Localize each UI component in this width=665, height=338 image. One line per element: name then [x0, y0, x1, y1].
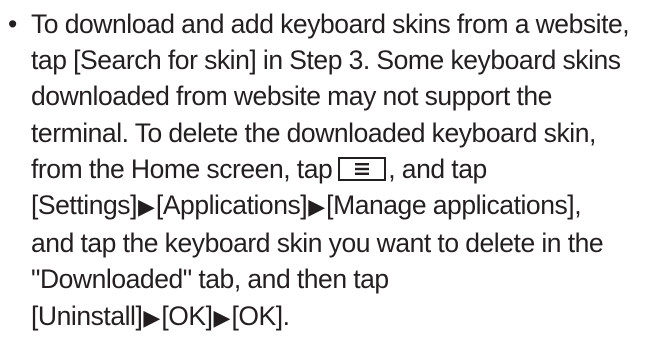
arrow-right-icon: ▶ [308, 194, 326, 220]
arrow-right-icon: ▶ [143, 304, 161, 330]
bullet: • [8, 9, 17, 39]
applications-step: [Applications] [155, 190, 308, 221]
note-line-9: [Uninstall]▶[OK]▶[OK]. [8, 298, 663, 336]
note-line-6: [Settings]▶[Applications]▶[Manage applic… [8, 187, 663, 225]
arrow-right-icon: ▶ [137, 194, 155, 220]
menu-key-icon [338, 156, 387, 181]
ok-step-final: [OK]. [231, 300, 290, 331]
note-line-2: tap [Search for skin] in Step 3. Some ke… [31, 45, 621, 76]
arrow-right-icon: ▶ [213, 304, 231, 330]
usage-note: • To download and add keyboard skins fro… [8, 6, 663, 336]
note-line-4: terminal. To delete the downloaded keybo… [31, 117, 596, 148]
settings-step: [Settings] [31, 190, 137, 221]
ok-step: [OK] [161, 300, 213, 331]
uninstall-step: [Uninstall] [31, 300, 143, 331]
note-line-1: To download and add keyboard skins from … [31, 9, 630, 39]
note-line-5: from the Home screen, tap , and tap [8, 151, 663, 187]
note-text: , and tap [388, 153, 487, 184]
note-line-8: "Downloaded" tab, and then tap [31, 264, 389, 295]
note-line-7: and tap the keyboard skin you want to de… [31, 228, 604, 259]
note-line-3: downloaded from website may not support … [31, 81, 552, 112]
manage-applications-step: [Manage applications], [326, 190, 582, 221]
note-text: from the Home screen, tap [31, 153, 333, 184]
